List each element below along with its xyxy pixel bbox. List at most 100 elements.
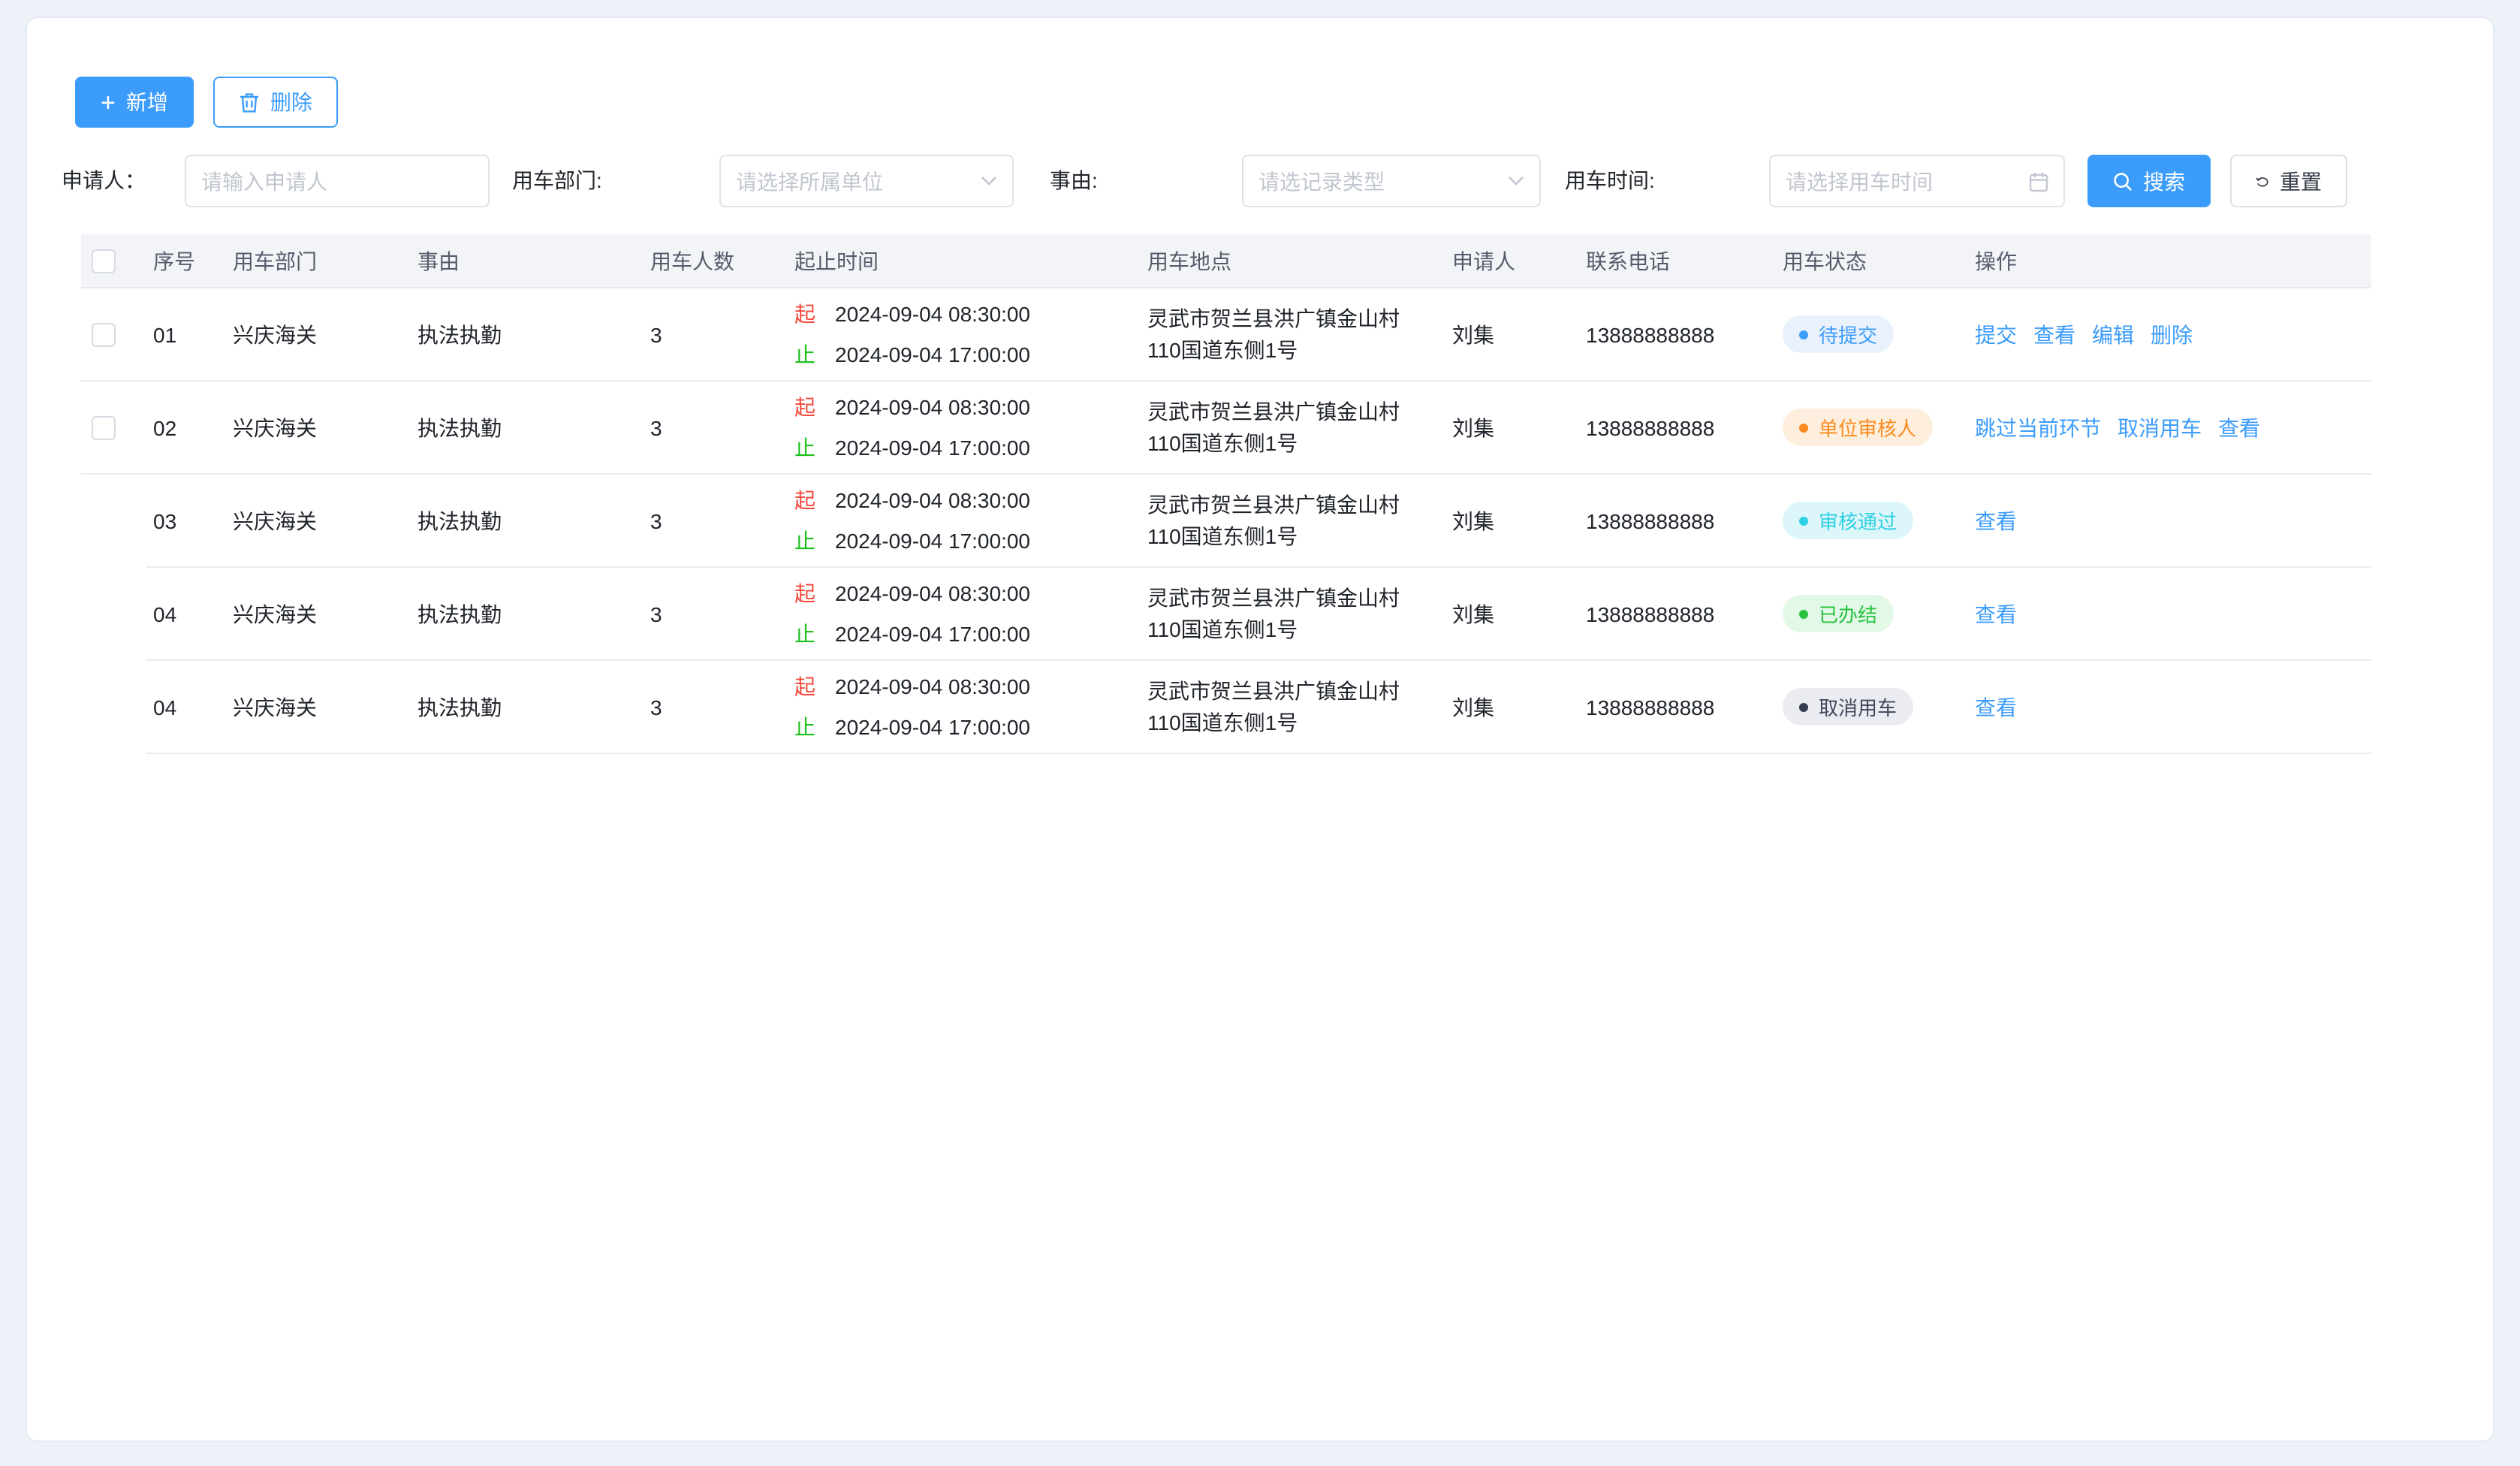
reason-select[interactable]: 请选记录类型 bbox=[1242, 155, 1541, 207]
cell-seq: 01 bbox=[146, 288, 225, 382]
vehicle-request-table: 序号 用车部门 事由 用车人数 起止时间 用车地点 申请人 联系电话 用车状态 … bbox=[81, 234, 2371, 754]
col-status: 用车状态 bbox=[1775, 234, 1967, 287]
cell-location: 灵武市贺兰县洪广镇金山村110国道东侧1号 bbox=[1140, 661, 1445, 754]
cell-reason: 执法执勤 bbox=[410, 288, 643, 382]
cell-location: 灵武市贺兰县洪广镇金山村110国道东侧1号 bbox=[1140, 288, 1445, 382]
cell-applicant: 刘集 bbox=[1445, 568, 1578, 661]
chevron-down-icon bbox=[981, 176, 997, 186]
cell-status: 已办结 bbox=[1775, 568, 1967, 661]
cell-applicant: 刘集 bbox=[1445, 382, 1578, 475]
col-applicant: 申请人 bbox=[1445, 234, 1578, 287]
action-view[interactable]: 查看 bbox=[1975, 599, 2017, 629]
cell-seq: 03 bbox=[146, 475, 225, 568]
department-label: 用车部门: bbox=[512, 155, 602, 207]
reset-button[interactable]: 重置 bbox=[2230, 155, 2347, 207]
action-edit[interactable]: 编辑 bbox=[2092, 319, 2134, 349]
end-prefix: 止 bbox=[794, 712, 815, 742]
action-view[interactable]: 查看 bbox=[2218, 412, 2260, 442]
department-select[interactable]: 请选择所属单位 bbox=[719, 155, 1014, 207]
filter-bar: 申请人： 用车部门: 请选择所属单位 事由: 请选记录类型 用车时间: 请选择 bbox=[27, 155, 2493, 209]
col-actions: 操作 bbox=[1967, 234, 2371, 287]
cell-actions: 查看 bbox=[1967, 661, 2371, 754]
cell-time: 起2024-09-04 08:30:00 止2024-09-04 17:00:0… bbox=[787, 475, 1140, 568]
cell-dept: 兴庆海关 bbox=[225, 382, 410, 475]
applicant-input[interactable] bbox=[201, 169, 473, 193]
cell-time: 起 2024-09-04 08:30:00 止 2024-09-04 17:00:0… bbox=[787, 382, 1140, 475]
cell-location: 灵武市贺兰县洪广镇金山村110国道东侧1号 bbox=[1140, 382, 1445, 475]
cell-reason: 执法执勤 bbox=[410, 382, 643, 475]
cell-count: 3 bbox=[643, 382, 787, 475]
end-prefix: 止 bbox=[794, 619, 815, 649]
action-submit[interactable]: 提交 bbox=[1975, 319, 2017, 349]
end-time: 2024-09-04 17:00:00 bbox=[835, 436, 1030, 460]
cell-dept: 兴庆海关 bbox=[225, 288, 410, 382]
cell-dept: 兴庆海关 bbox=[225, 568, 410, 661]
status-dot bbox=[1799, 423, 1808, 432]
delete-button[interactable]: 删除 bbox=[213, 77, 338, 128]
action-delete[interactable]: 删除 bbox=[2151, 319, 2193, 349]
applicant-label: 申请人： bbox=[62, 155, 146, 207]
status-badge: 已办结 bbox=[1783, 595, 1894, 632]
cell-phone: 13888888888 bbox=[1578, 661, 1775, 754]
reason-select-placeholder: 请选记录类型 bbox=[1258, 166, 1508, 196]
end-time: 2024-09-04 17:00:00 bbox=[835, 622, 1030, 646]
cell-reason: 执法执勤 bbox=[410, 475, 643, 568]
action-view[interactable]: 查看 bbox=[2033, 319, 2075, 349]
cell-count: 3 bbox=[643, 475, 787, 568]
row-checkbox[interactable] bbox=[92, 322, 116, 346]
cell-time: 起 2024-09-04 08:30:00 止 2024-09-04 17:00:0… bbox=[787, 288, 1140, 382]
col-dept: 用车部门 bbox=[225, 234, 410, 287]
cell-phone: 13888888888 bbox=[1578, 288, 1775, 382]
trash-icon bbox=[239, 91, 260, 113]
calendar-icon bbox=[2029, 170, 2048, 192]
add-button[interactable]: + 新增 bbox=[75, 77, 194, 128]
department-select-placeholder: 请选择所属单位 bbox=[736, 166, 981, 196]
cell-count: 3 bbox=[643, 568, 787, 661]
action-cancel-vehicle[interactable]: 取消用车 bbox=[2118, 412, 2202, 442]
table-row: 03 兴庆海关 执法执勤 3 起2024-09-04 08:30:00 止202… bbox=[81, 475, 2371, 568]
start-time: 2024-09-04 08:30:00 bbox=[835, 488, 1030, 512]
action-view[interactable]: 查看 bbox=[1975, 505, 2017, 535]
time-picker-input[interactable]: 请选择用车时间 bbox=[1769, 155, 2065, 207]
reason-label: 事由: bbox=[1050, 155, 1098, 207]
plus-icon: + bbox=[101, 89, 116, 115]
delete-button-label: 删除 bbox=[270, 87, 312, 117]
start-prefix: 起 bbox=[794, 299, 815, 329]
search-button[interactable]: 搜索 bbox=[2087, 155, 2211, 207]
start-time: 2024-09-04 08:30:00 bbox=[835, 395, 1030, 419]
action-skip-step[interactable]: 跳过当前环节 bbox=[1975, 412, 2101, 442]
cell-status: 单位审核人 bbox=[1775, 382, 1967, 475]
row-checkbox[interactable] bbox=[92, 415, 116, 439]
table-header-row: 序号 用车部门 事由 用车人数 起止时间 用车地点 申请人 联系电话 用车状态 … bbox=[81, 234, 2371, 288]
cell-phone: 13888888888 bbox=[1578, 568, 1775, 661]
status-badge: 审核通过 bbox=[1783, 502, 1913, 539]
table-row: 04 兴庆海关 执法执勤 3 起2024-09-04 08:30:00 止202… bbox=[81, 568, 2371, 661]
end-time: 2024-09-04 17:00:00 bbox=[835, 529, 1030, 553]
cell-location: 灵武市贺兰县洪广镇金山村110国道东侧1号 bbox=[1140, 568, 1445, 661]
action-view[interactable]: 查看 bbox=[1975, 692, 2017, 722]
end-prefix: 止 bbox=[794, 339, 815, 370]
end-time: 2024-09-04 17:00:00 bbox=[835, 342, 1030, 366]
cell-actions: 跳过当前环节 取消用车 查看 bbox=[1967, 382, 2371, 475]
cell-dept: 兴庆海关 bbox=[225, 661, 410, 754]
table-row: 02 兴庆海关 执法执勤 3 起2024-09-04 08:30:00 止202… bbox=[81, 382, 2371, 475]
cell-time: 起2024-09-04 08:30:00 止2024-09-04 17:00:0… bbox=[787, 568, 1140, 661]
cell-actions: 提交 查看 编辑 删除 bbox=[1967, 288, 2371, 382]
cell-phone: 13888888888 bbox=[1578, 382, 1775, 475]
time-label: 用车时间: bbox=[1565, 155, 1655, 207]
cell-count: 3 bbox=[643, 661, 787, 754]
end-prefix: 止 bbox=[794, 433, 815, 463]
select-all-checkbox[interactable] bbox=[92, 249, 116, 273]
start-prefix: 起 bbox=[794, 392, 815, 422]
cell-applicant: 刘集 bbox=[1445, 661, 1578, 754]
col-time: 起止时间 bbox=[787, 234, 1140, 287]
status-dot bbox=[1799, 702, 1808, 711]
applicant-input-wrap bbox=[185, 155, 490, 207]
reset-button-label: 重置 bbox=[2280, 166, 2322, 196]
start-prefix: 起 bbox=[794, 671, 815, 701]
table-row: 01 兴庆海关 执法执勤 3 起2024-09-04 08:30:00 止202… bbox=[81, 288, 2371, 382]
col-count: 用车人数 bbox=[643, 234, 787, 287]
col-seq: 序号 bbox=[146, 234, 225, 287]
end-time: 2024-09-04 17:00:00 bbox=[835, 715, 1030, 739]
start-time: 2024-09-04 08:30:00 bbox=[835, 302, 1030, 326]
